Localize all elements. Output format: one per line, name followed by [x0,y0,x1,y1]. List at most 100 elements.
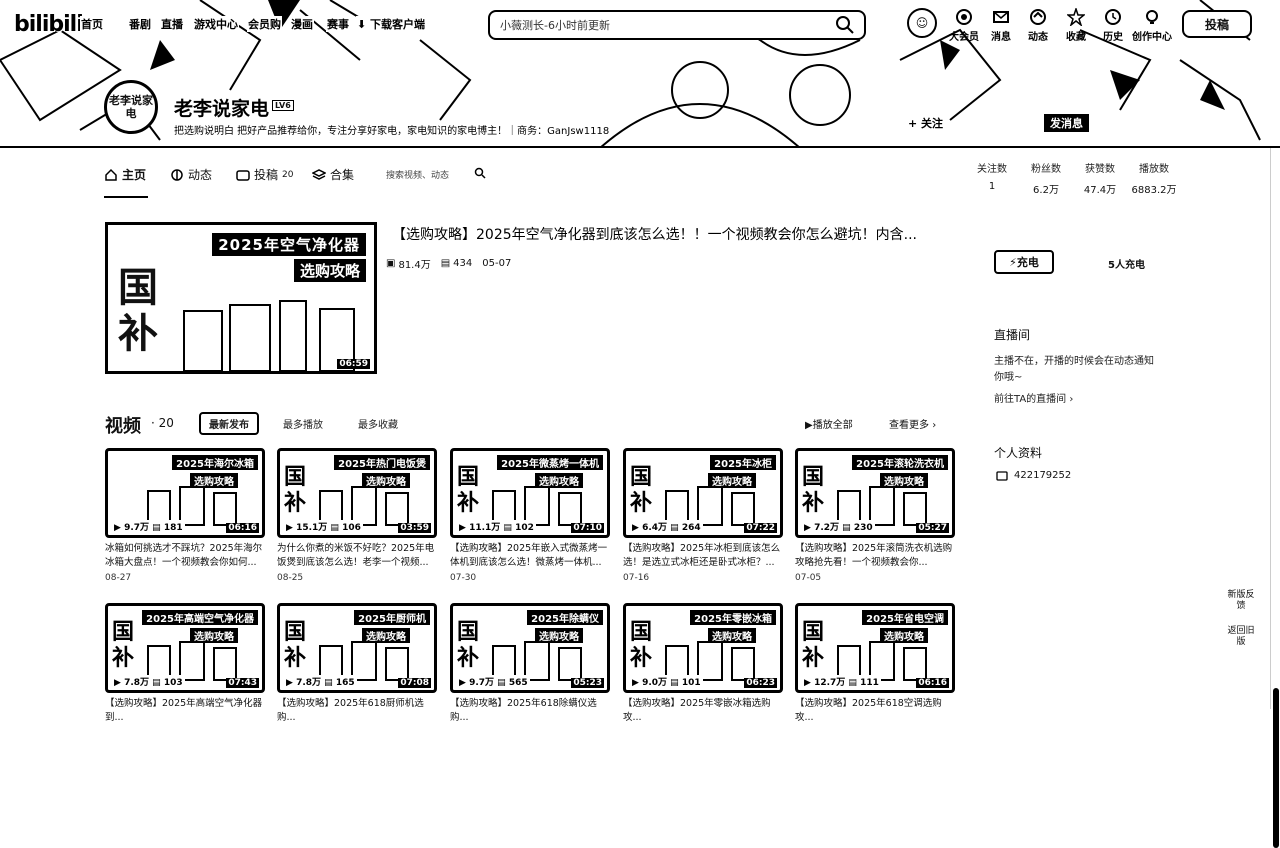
thumb-comments: 106 [342,523,361,533]
live-room-title: 直播间 [994,328,1031,342]
top-favorites[interactable]: 收藏 [1056,8,1096,43]
video-card[interactable]: 国补 2025年省电空调 选购攻略 ▶ 12.7万 ▤ 111 06:16 【选购攻略】2… [795,603,955,728]
thumb-line2: 选购攻略 [535,628,583,643]
video-thumbnail[interactable]: 国补 2025年冰柜 选购攻略 ▶ 6.4万 ▤ 264 07:22 [623,448,783,538]
video-title[interactable]: 为什么你煮的米饭不好吃？2025年电饭煲到底该怎么选！老李一个视频... [277,542,437,570]
stat-following[interactable]: 关注数 1 [966,160,1018,196]
top-dynamic-label: 动态 [1028,32,1048,43]
top-history[interactable]: 历史 [1093,8,1133,43]
message-button[interactable]: 发消息 [1044,114,1089,132]
sort-most-favorited[interactable]: 最多收藏 [358,416,398,431]
video-card[interactable]: 国补 2025年除螨仪 选购攻略 ▶ 9.7万 ▤ 565 05:23 【选购攻略】202… [450,603,610,728]
video-thumbnail[interactable]: 国补 2025年热门电饭煲 选购攻略 ▶ 15.1万 ▤ 106 03:59 [277,448,437,538]
video-thumbnail[interactable]: 国补 2025年零嵌冰箱 选购攻略 ▶ 9.0万 ▤ 101 06:23 [623,603,783,693]
video-thumbnail[interactable]: 国补 2025年厨师机 选购攻略 ▶ 7.8万 ▤ 165 07:08 [277,603,437,693]
video-thumbnail[interactable]: 国补 2025年滚轮洗衣机 选购攻略 ▶ 7.2万 ▤ 230 05:27 [795,448,955,538]
top-dynamic[interactable]: 动态 [1018,8,1058,43]
video-card[interactable]: 2025年海尔冰箱 选购攻略 ▶ 9.7万 ▤ 181 06:16 冰箱如何挑选才不踩坑… [105,448,265,583]
video-title[interactable]: 【选购攻略】2025年嵌入式微蒸烤一体机到底该怎么选！微蒸烤一体机... [450,542,610,570]
thumb-line1: 2025年厨师机 [354,610,430,625]
top-creator-center[interactable]: 创作中心 [1132,8,1172,43]
nav-home[interactable]: 首页 [80,16,104,32]
video-thumbnail[interactable]: 国补 2025年高端空气净化器 选购攻略 ▶ 7.8万 ▤ 103 07:43 [105,603,265,693]
thumb-comments: 111 [860,678,879,688]
new-feedback-button[interactable]: 新版反馈 [1226,590,1256,612]
tab-home[interactable]: 主页 [104,166,146,183]
video-card[interactable]: 国补 2025年零嵌冰箱 选购攻略 ▶ 9.0万 ▤ 101 06:23 【选购攻略】20… [623,603,783,728]
play-icon: ▶ [459,678,466,688]
live-room-link[interactable]: 前往TA的直播间 › [994,390,1073,405]
video-thumbnail[interactable]: 2025年海尔冰箱 选购攻略 ▶ 9.7万 ▤ 181 06:16 [105,448,265,538]
uploader-avatar[interactable]: 老李说家电 [104,80,158,134]
top-message[interactable]: 消息 [981,8,1021,43]
video-thumbnail[interactable]: 国补 2025年除螨仪 选购攻略 ▶ 9.7万 ▤ 565 05:23 [450,603,610,693]
play-icon: ▶ [459,523,466,533]
space-search-input[interactable]: 搜索视频、动态 [386,168,449,181]
nav-anime[interactable]: 番剧 [128,16,152,32]
thumb-stats: ▶ 9.7万 ▤ 565 [457,675,530,688]
scrollbar[interactable] [1270,148,1280,848]
scrollbar-thumb[interactable] [1273,688,1279,848]
sort-most-played[interactable]: 最多播放 [283,416,323,431]
video-title[interactable]: 【选购攻略】2025年618除螨仪选购... [450,697,610,725]
video-card[interactable]: 国补 2025年高端空气净化器 选购攻略 ▶ 7.8万 ▤ 103 07:43 【选购攻略… [105,603,265,728]
active-tab-indicator [104,196,148,198]
video-card[interactable]: 国补 2025年厨师机 选购攻略 ▶ 7.8万 ▤ 165 07:08 【选购攻略】202… [277,603,437,728]
bilibili-logo[interactable]: bilibili [14,12,84,37]
tab-dynamic[interactable]: 动态 [170,166,212,183]
play-all-label: 播放全部 [812,420,853,431]
nav-download-client[interactable]: ⬇ 下载客户端 [356,16,427,32]
charge-button[interactable]: ⚡ 充电 [994,250,1054,274]
thumb-plays: 9.0万 [642,678,668,688]
featured-video-thumbnail[interactable]: 2025年空气净化器 选购攻略 国补 06:59 [105,222,377,374]
search-icon[interactable] [474,167,486,179]
video-title[interactable]: 【选购攻略】2025年618空调选购攻... [795,697,955,725]
stat-followers[interactable]: 粉丝数 6.2万 [1020,160,1072,196]
comment-icon: ▤ [842,523,851,533]
user-avatar[interactable]: ☺ [907,8,937,38]
video-title[interactable]: 【选购攻略】2025年高端空气净化器到... [105,697,265,725]
videos-count-value: 20 [158,416,174,430]
play-all-button[interactable]: ▶播放全部 [805,416,853,431]
thumb-plays: 7.2万 [814,523,840,533]
video-title[interactable]: 冰箱如何挑选才不踩坑？2025年海尔冰箱大盘点！一个视频教会你如何... [105,542,265,570]
play-icon: ▶ [804,523,811,533]
video-card[interactable]: 国补 2025年微蒸烤一体机 选购攻略 ▶ 11.1万 ▤ 102 07:10 【选购攻略… [450,448,610,583]
top-vip[interactable]: 大会员 [944,8,984,43]
tab-uploads[interactable]: 投稿 20 [236,166,293,183]
video-date: 08-27 [105,573,132,583]
sort-newest[interactable]: 最新发布 [199,412,259,435]
play-icon: ▶ [286,523,293,533]
tab-collections[interactable]: 合集 [312,166,354,183]
video-thumbnail[interactable]: 国补 2025年省电空调 选购攻略 ▶ 12.7万 ▤ 111 06:16 [795,603,955,693]
thumb-line1: 2025年热门电饭煲 [334,455,430,470]
nav-live[interactable]: 直播 [160,16,184,32]
thumb-comments: 102 [515,523,534,533]
search-icon[interactable] [834,14,856,36]
nav-download-label: 下载客户端 [370,18,426,31]
follow-button[interactable]: + 关注 [902,114,950,132]
search-input[interactable]: 小薇测长-6小时前更新 [500,17,834,33]
tv-icon [236,169,250,181]
featured-title[interactable]: 【选购攻略】2025年空气净化器到底该怎么选！！一个视频教会你怎么避坑！内含..… [392,224,952,244]
nav-mall[interactable]: 会员购 [247,16,282,32]
video-title[interactable]: 【选购攻略】2025年零嵌冰箱选购攻... [623,697,783,725]
video-card[interactable]: 国补 2025年热门电饭煲 选购攻略 ▶ 15.1万 ▤ 106 03:59 为什么你煮的… [277,448,437,583]
video-title[interactable]: 【选购攻略】2025年滚筒洗衣机选购攻略抢先看！一个视频教会你... [795,542,955,570]
video-title[interactable]: 【选购攻略】2025年618厨师机选购... [277,697,437,725]
nav-esports[interactable]: 赛事 [326,16,350,32]
thumb-plays: 15.1万 [296,523,328,533]
back-old-version-button[interactable]: 返回旧版 [1226,626,1256,648]
video-card[interactable]: 国补 2025年冰柜 选购攻略 ▶ 6.4万 ▤ 264 07:22 【选购攻略】2025… [623,448,783,583]
upload-button[interactable]: 投稿 [1182,10,1252,38]
nav-manga[interactable]: 漫画 [290,16,314,32]
video-card[interactable]: 国补 2025年滚轮洗衣机 选购攻略 ▶ 7.2万 ▤ 230 05:27 【选购攻略】2… [795,448,955,583]
tab-collections-label: 合集 [330,168,355,182]
video-title[interactable]: 【选购攻略】2025年冰柜到底该怎么选！是选立式冰柜还是卧式冰柜？... [623,542,783,570]
nav-game-center[interactable]: 游戏中心 [193,16,239,32]
stat-value: 6883.2万 [1131,185,1177,196]
video-thumbnail[interactable]: 国补 2025年微蒸烤一体机 选购攻略 ▶ 11.1万 ▤ 102 07:10 [450,448,610,538]
thumb-duration: 06:16 [916,678,949,688]
more-videos-link[interactable]: 查看更多 › [889,416,936,431]
global-search[interactable]: 小薇测长-6小时前更新 [488,10,866,40]
